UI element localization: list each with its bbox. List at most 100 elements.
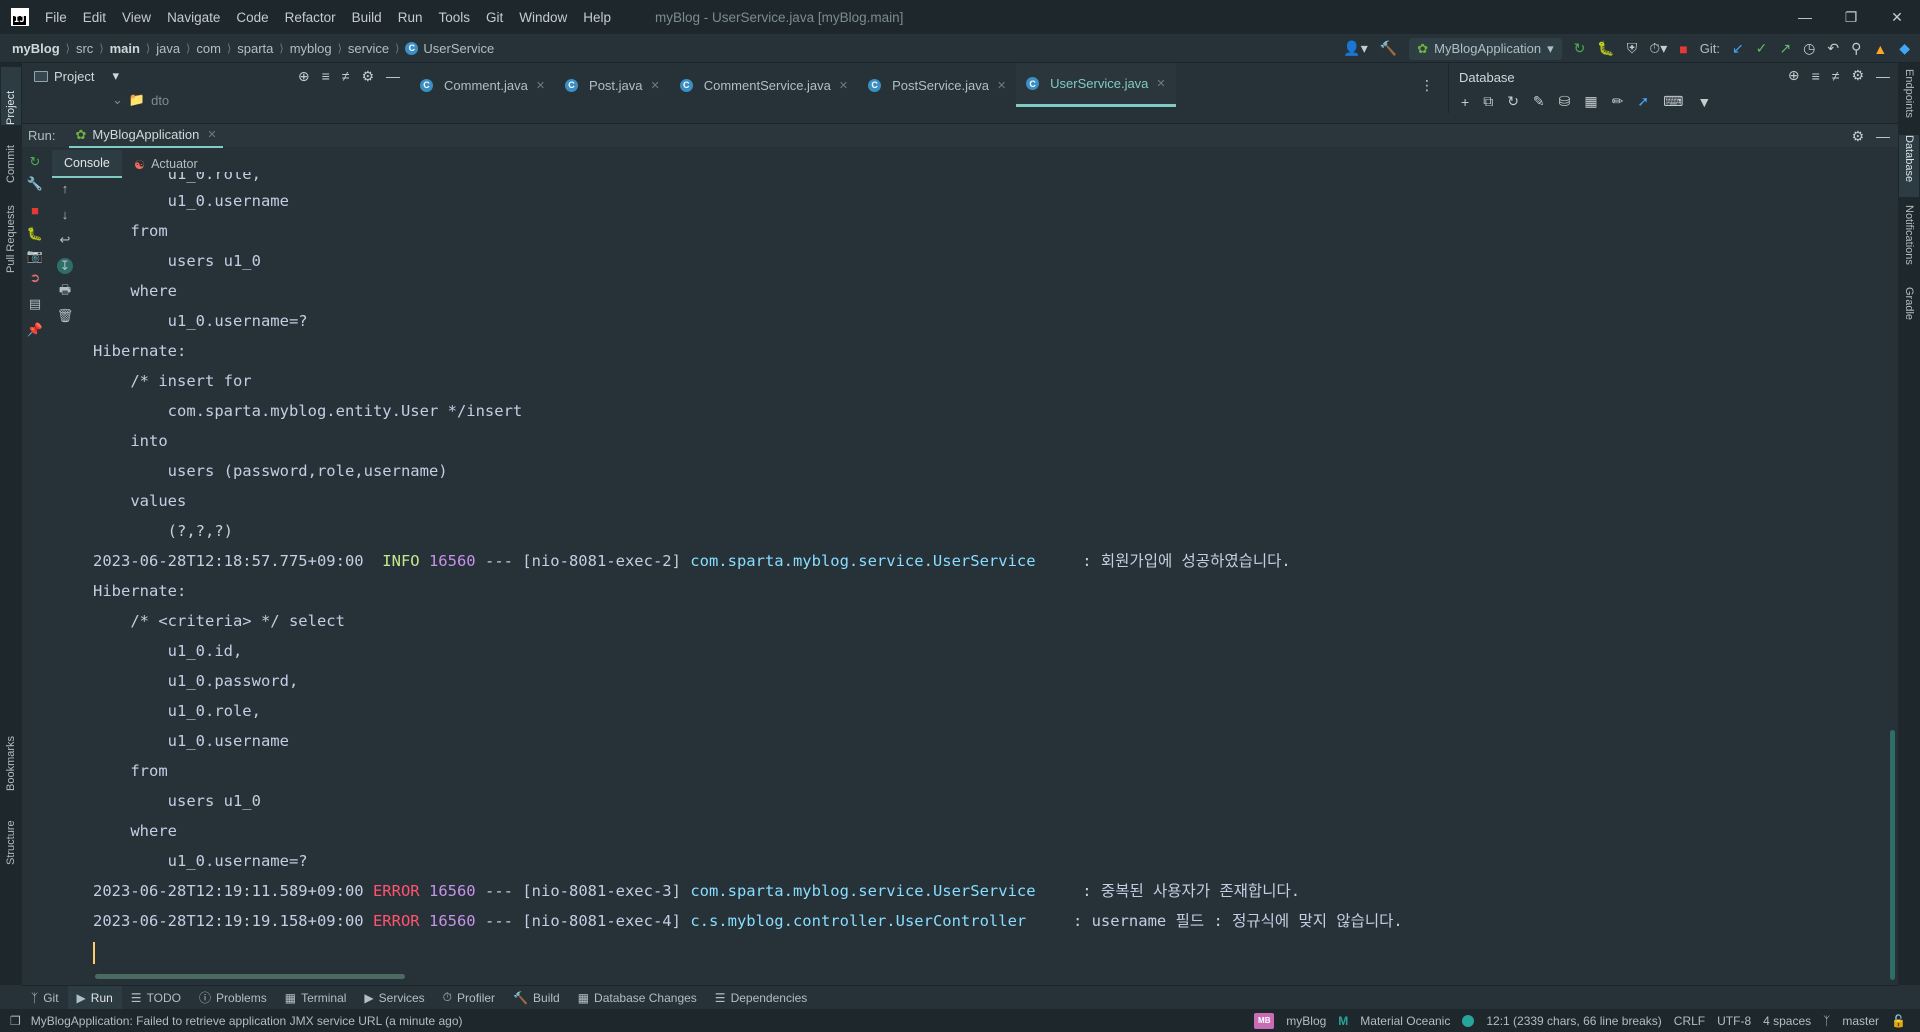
lock-icon[interactable]: 🔓 (1891, 1014, 1906, 1028)
file-encoding[interactable]: UTF-8 (1717, 1014, 1751, 1028)
tool-tab-endpoints[interactable]: Endpoints (1899, 69, 1919, 131)
indent-setting[interactable]: 4 spaces (1763, 1014, 1811, 1028)
locate-icon[interactable]: ⊕ (1788, 67, 1800, 84)
tool-tab-todo[interactable]: ☰ TODO (122, 986, 190, 1010)
tool-tab-run[interactable]: ▶ Run (67, 985, 122, 1010)
arrow-down-icon[interactable]: ↓ (57, 206, 73, 222)
jump-icon[interactable]: ➚ (1637, 93, 1649, 110)
tool-tab-services[interactable]: ▶ Services (355, 986, 433, 1010)
status-message[interactable]: MyBlogApplication: Failed to retrieve ap… (31, 1014, 463, 1028)
properties-icon[interactable]: ✎ (1533, 93, 1545, 110)
tool-tab-database-changes[interactable]: ▦ Database Changes (569, 986, 706, 1010)
close-tab-icon[interactable]: ✕ (839, 79, 848, 92)
project-tree-item[interactable]: ⌄ 📁 dto (22, 89, 408, 111)
edit-icon[interactable]: ✏ (1612, 93, 1624, 110)
git-push-icon[interactable]: ↗ (1779, 40, 1791, 57)
collapse-all-icon[interactable]: ≠ (1832, 68, 1840, 84)
history-icon[interactable]: ◷ (1803, 40, 1815, 57)
hide-icon[interactable]: — (386, 68, 400, 84)
tool-tab-commit[interactable]: Commit (1, 129, 21, 183)
console-icon[interactable]: ⌨ (1663, 93, 1683, 110)
menu-git[interactable]: Git (486, 10, 503, 25)
tool-tab-dependencies[interactable]: ☰ Dependencies (706, 986, 817, 1010)
tool-tab-terminal[interactable]: ▦ Terminal (276, 986, 356, 1010)
menu-edit[interactable]: Edit (83, 10, 106, 25)
project-view-selector[interactable]: Project ▾ (34, 68, 119, 84)
close-icon[interactable]: ✕ (1874, 0, 1920, 34)
tool-tab-problems[interactable]: ⓘ Problems (190, 986, 276, 1010)
menu-tools[interactable]: Tools (438, 10, 470, 25)
filter-icon[interactable]: ▼ (1697, 94, 1711, 110)
tool-tab-database[interactable]: Database (1899, 135, 1919, 197)
rerun-icon[interactable]: ↻ (27, 154, 43, 170)
stop-icon[interactable]: ■ (1679, 41, 1687, 57)
print-icon[interactable]: 🖶 (57, 282, 73, 300)
breadcrumb-main[interactable]: main (110, 41, 140, 56)
exit-icon[interactable]: ➲ (27, 270, 43, 286)
tool-tab-git[interactable]: ᛉ Git (22, 986, 68, 1010)
tool-tab-gradle[interactable]: Gradle (1899, 287, 1919, 337)
collapse-all-icon[interactable]: ≠ (342, 68, 350, 84)
gear-icon[interactable]: ⚙ (1851, 67, 1864, 84)
toolbox-icon[interactable]: ◆ (1899, 40, 1910, 57)
project-name[interactable]: myBlog (1286, 1014, 1326, 1028)
debug-icon[interactable]: 🐛 (1597, 40, 1614, 57)
tool-tab-build[interactable]: 🔨 Build (504, 986, 569, 1010)
expand-all-icon[interactable]: ≡ (322, 68, 330, 84)
tab-commentservice-java[interactable]: C CommentService.java ✕ (670, 63, 858, 107)
add-icon[interactable]: + (1461, 94, 1469, 110)
gear-icon[interactable]: ⚙ (361, 68, 374, 85)
breadcrumb-java[interactable]: java (156, 41, 180, 56)
git-commit-icon[interactable]: ✓ (1756, 40, 1768, 57)
tab-post-java[interactable]: C Post.java ✕ (555, 63, 670, 107)
menu-run[interactable]: Run (398, 10, 423, 25)
breadcrumb-myblog[interactable]: myblog (290, 41, 332, 56)
refresh-icon[interactable]: ↻ (1507, 93, 1519, 110)
breadcrumb-com[interactable]: com (196, 41, 221, 56)
scroll-to-end-icon[interactable]: ↧ (57, 258, 73, 274)
locate-icon[interactable]: ⊕ (298, 68, 310, 85)
layout-icon[interactable]: ▤ (27, 296, 43, 312)
wrench-icon[interactable]: 🔧 (27, 176, 43, 192)
menu-build[interactable]: Build (352, 10, 382, 25)
soft-wrap-icon[interactable]: ↩ (57, 232, 73, 248)
camera-icon[interactable]: 📷 (27, 248, 43, 264)
hide-icon[interactable]: — (1876, 68, 1890, 84)
database-icon[interactable]: ⛁ (1559, 93, 1571, 110)
restore-icon[interactable]: ❐ (1828, 0, 1874, 34)
hammer-icon[interactable]: 🔨 (1380, 40, 1397, 57)
tool-tab-pull-requests[interactable]: Pull Requests (1, 187, 21, 273)
breadcrumb-service[interactable]: service (348, 41, 389, 56)
expand-all-icon[interactable]: ≡ (1812, 68, 1820, 84)
profile-icon[interactable]: ⏱▾ (1649, 40, 1667, 57)
table-icon[interactable]: ▦ (1584, 93, 1597, 110)
close-tab-icon[interactable]: ✕ (1156, 77, 1165, 90)
tool-tab-bookmarks[interactable]: Bookmarks (1, 723, 21, 791)
gear-icon[interactable]: ⚙ (1851, 128, 1864, 145)
copy-icon[interactable]: ⧉ (1483, 93, 1493, 110)
rerun-icon[interactable]: ↻ (1574, 40, 1586, 57)
close-tab-icon[interactable]: ✕ (207, 128, 216, 141)
minimize-icon[interactable]: — (1782, 0, 1828, 34)
menu-code[interactable]: Code (236, 10, 268, 25)
git-branch[interactable]: master (1842, 1014, 1879, 1028)
pin-icon[interactable]: 📌 (27, 322, 43, 338)
run-tab-myblogapplication[interactable]: ✿ MyBlogApplication ✕ (69, 124, 223, 148)
close-tab-icon[interactable]: ✕ (651, 79, 660, 92)
arrow-up-icon[interactable]: ↑ (57, 180, 73, 196)
tab-postservice-java[interactable]: C PostService.java ✕ (858, 63, 1016, 107)
undo-icon[interactable]: ↶ (1827, 40, 1839, 57)
horizontal-scrollbar[interactable] (95, 974, 405, 979)
console-output[interactable]: u1_0.role, u1_0.username from users u1_0… (93, 172, 1883, 968)
tool-tab-project[interactable]: Project (1, 67, 21, 125)
breadcrumb-sparta[interactable]: sparta (237, 41, 273, 56)
menu-refactor[interactable]: Refactor (285, 10, 336, 25)
update-icon[interactable]: ▲ (1873, 41, 1887, 57)
more-tabs-icon[interactable]: ⋮ (1420, 77, 1434, 94)
close-tab-icon[interactable]: ✕ (536, 79, 545, 92)
git-update-icon[interactable]: ↙ (1732, 40, 1744, 57)
tool-tab-structure[interactable]: Structure (1, 801, 21, 865)
menu-help[interactable]: Help (583, 10, 611, 25)
user-icon[interactable]: 👤▾ (1343, 40, 1367, 57)
close-tab-icon[interactable]: ✕ (997, 79, 1006, 92)
